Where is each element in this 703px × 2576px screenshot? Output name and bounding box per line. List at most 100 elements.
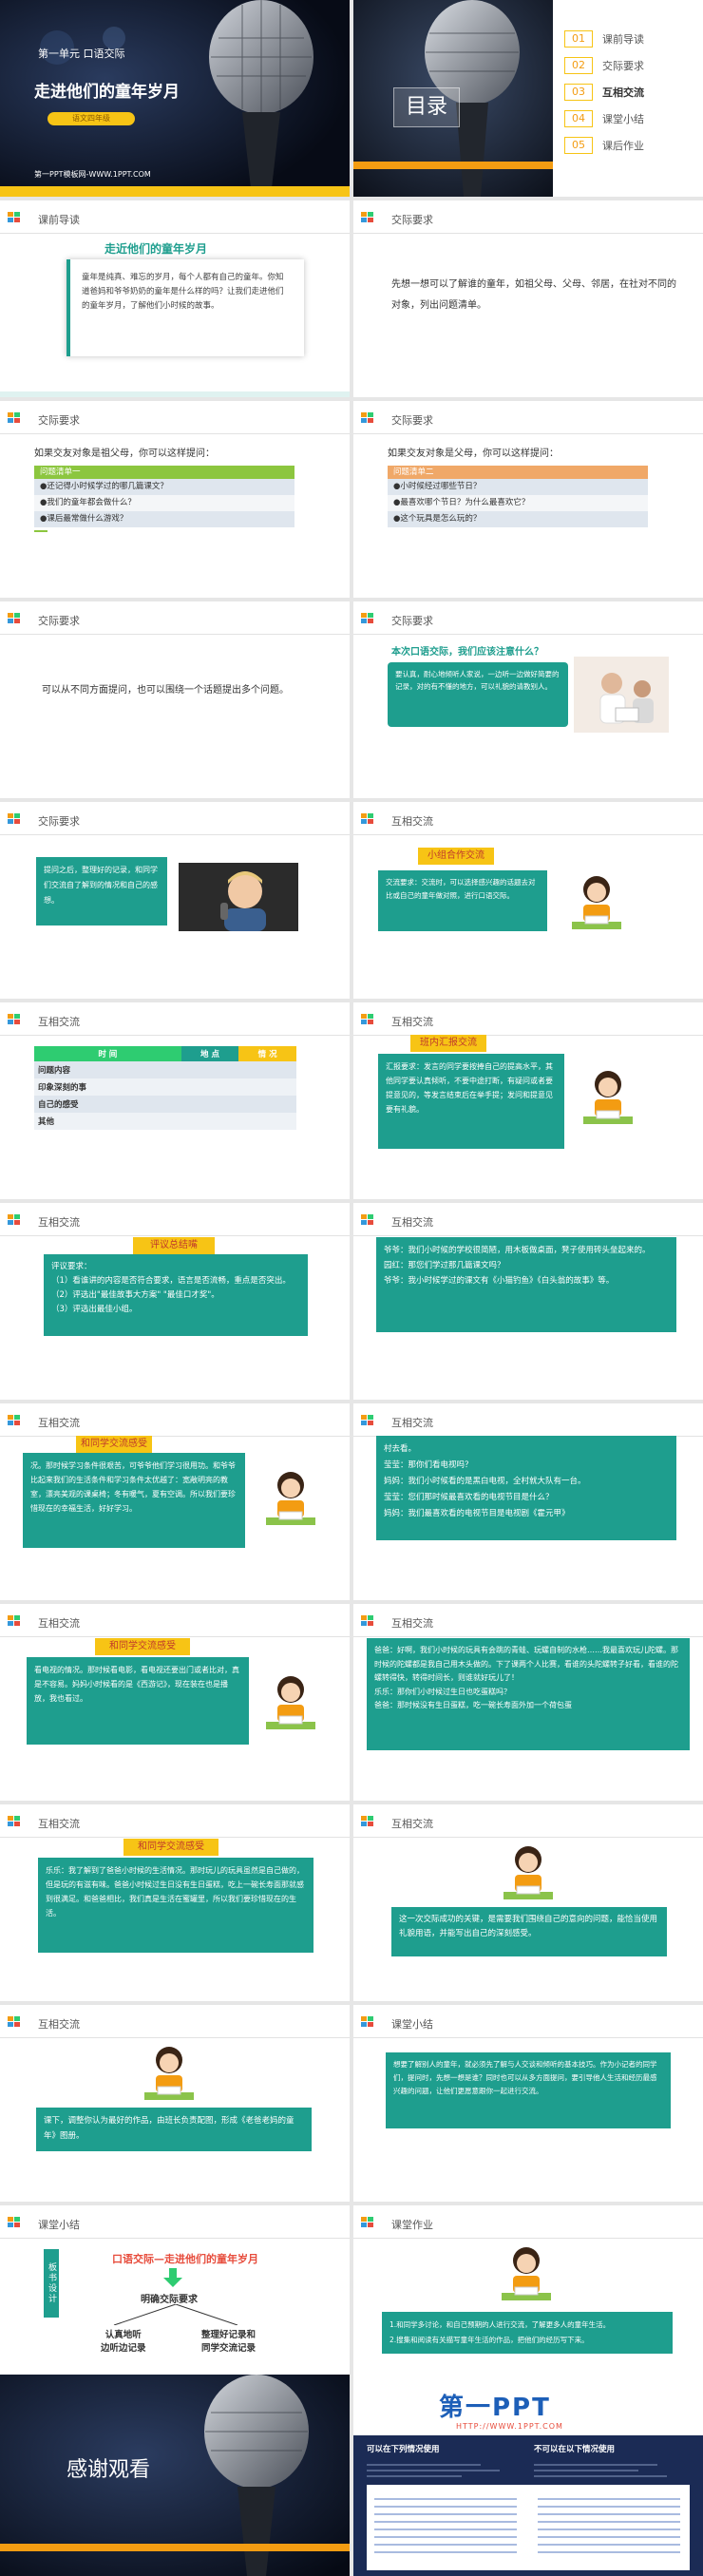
toc-item-number: 05 (564, 137, 593, 154)
slide-board-design[interactable]: 课堂小结 板书设计 口语交际—走进他们的童年岁月 明确交际要求 认真地听 边听边… (0, 2205, 350, 2402)
logo-icon (361, 1014, 374, 1025)
slide-exchange-10[interactable]: 互相交流 这一次交际成功的关键，是需要我们围绕自己的意向的问题，能恰当使用礼貌用… (353, 1804, 703, 2001)
slide-toc[interactable]: 目录 01 课前导读 02 交际要求 03 互相交流 04 课堂小结 05 课后作业 (353, 0, 703, 197)
evaluation-body: 评议要求： （1）看谁讲的内容是否符合要求，语言是否流畅，重点是否突出。 （2）… (44, 1254, 308, 1336)
evaluation-tag: 评议总结嘴 (133, 1237, 215, 1254)
question-list-title: 问题清单二 (388, 466, 648, 479)
toc-item[interactable]: 03 互相交流 (564, 82, 697, 108)
logo-icon (361, 1615, 374, 1627)
slide-header-title: 互相交流 (38, 1818, 80, 1830)
logo-icon (8, 1014, 21, 1025)
slide-summary[interactable]: 课堂小结 想要了解别人的童年，就必须先了解与人交谈和倾听的基本技巧。作为小记者的… (353, 2005, 703, 2202)
slide-header: 互相交流 (0, 1403, 350, 1441)
slide-header: 课堂小结 (0, 2205, 350, 2243)
arrow-down-icon (163, 2268, 182, 2287)
slide-exchange-6[interactable]: 互相交流 村去看。 莹莹：那你们看电视吗？ 妈妈：我们小时候看的是黑白电视，全村… (353, 1403, 703, 1600)
slide-header-title: 交际要求 (38, 615, 80, 627)
slide-header-title: 交际要求 (391, 214, 433, 226)
group-exchange-tag: 小组合作交流 (418, 848, 494, 865)
slide-header: 课堂小结 (353, 2005, 703, 2043)
requirement-lead: 如果交友对象是祖父母，你可以这样提问： (34, 448, 215, 459)
slide-header-title: 课前导读 (38, 214, 80, 226)
toc-item-number: 02 (564, 57, 593, 74)
slide-exchange-5[interactable]: 互相交流 和同学交流感受 况。那时候学习条件很艰苦，可爷爷他们学习很用功。和爷爷… (0, 1403, 350, 1600)
slide-header: 互相交流 (353, 802, 703, 840)
slide-header-title: 互相交流 (38, 1417, 80, 1429)
record-table: 时 间 地 点 情 况 问题内容 印象深刻的事 自己的感受 其他 (34, 1046, 296, 1130)
board-mid: 明确交际要求 (141, 2295, 198, 2305)
slide-exchange-9[interactable]: 互相交流 和同学交流感受 乐乐：我了解到了爸爸小时候的生活情况。那时玩儿的玩具虽… (0, 1804, 350, 2001)
toc-item[interactable]: 02 交际要求 (564, 55, 697, 82)
slide-requirement-5[interactable]: 交际要求 本次口语交际，我们应该注意什么？ 要认真，耐心地倾听人家说，一边听一边… (353, 601, 703, 798)
slide-exchange-7[interactable]: 互相交流 和同学交流感受 看电视的情况。那时候看电影，看电视还要出门或者比对，真… (0, 1604, 350, 1801)
homework-item: 2.搜集和阅读有关描写童年生活的作品，把他们的经历写下来。 (390, 2336, 589, 2344)
slide-header: 交际要求 (0, 601, 350, 639)
toc-item[interactable]: 05 课后作业 (564, 135, 697, 162)
slide-requirement-6[interactable]: 交际要求 提问之后，整理好的记录，和同学们交流自了解到的情况和自己的感想。 (0, 802, 350, 999)
slide-header-title: 互相交流 (391, 1216, 433, 1229)
slide-requirement-4[interactable]: 交际要求 可以从不同方面提问，也可以围绕一个话题提出多个问题。 (0, 601, 350, 798)
slide-header-title: 交际要求 (391, 615, 433, 627)
cover-unit: 第一单元 口语交际 (38, 48, 125, 60)
slide-header-title: 互相交流 (391, 815, 433, 828)
summary-body: 想要了解别人的童年，就必须先了解与人交谈和倾听的基本技巧。作为小记者的同学们，提… (386, 2052, 671, 2128)
toc-item[interactable]: 04 课堂小结 (564, 108, 697, 135)
slide-homework[interactable]: 课堂作业 1.和同学多讨论，和自己预期的人进行交流，了解更多人的童年生活。 2.… (353, 2205, 703, 2402)
girl-reading-icon (502, 2247, 551, 2300)
slide-cover[interactable]: 第一单元 口语交际 走进他们的童年岁月 语文四年级 第一PPT模板网-WWW.1… (0, 0, 350, 197)
board-right: 整理好记录和 同学交流记录 (201, 2330, 256, 2354)
brand-url: HTTP://WWW.1PPT.COM (456, 2422, 563, 2431)
slide-header: 交际要求 (0, 802, 350, 840)
question-item: ●这个玩具是怎么玩的？ (388, 511, 648, 527)
slide-header: 课堂作业 (353, 2205, 703, 2243)
slide-header: 互相交流 (353, 1002, 703, 1040)
slide-header-title: 交际要求 (391, 414, 433, 427)
slide-requirement-3[interactable]: 交际要求 如果交友对象是父母，你可以这样提问： 问题清单二 ●小时候经过哪些节日… (353, 401, 703, 598)
toc-item-label: 互相交流 (602, 86, 644, 99)
forbidden-lines (534, 2460, 686, 2481)
board-side-label: 板书设计 (44, 2249, 59, 2318)
cover-site: 第一PPT模板网-WWW.1PPT.COM (34, 170, 151, 179)
girl-reading-icon (144, 2047, 194, 2100)
brand-info-panel: 可以在下列情况使用 不可以在以下情况使用 (353, 2435, 703, 2576)
slide-exchange-11[interactable]: 互相交流 课下，调整你认为最好的作品，由班长负责配图，形成《老爸老妈的童年》图册… (0, 2005, 350, 2202)
logo-icon (361, 2016, 374, 2028)
slide-requirement-2[interactable]: 交际要求 如果交友对象是祖父母，你可以这样提问： 问题清单一 ●还记得小时候学过… (0, 401, 350, 598)
toc-item[interactable]: 01 课前导读 (564, 29, 697, 55)
allowed-lines (367, 2460, 519, 2481)
table-row: 印象深刻的事 (34, 1078, 296, 1096)
slide-header: 交际要求 (353, 200, 703, 239)
thanks-background (0, 2375, 350, 2576)
homework-list: 1.和同学多讨论，和自己预期的人进行交流，了解更多人的童年生活。 2.搜集和阅读… (382, 2312, 673, 2354)
homework-item: 1.和同学多讨论，和自己预期的人进行交流，了解更多人的童年生活。 (390, 2320, 611, 2329)
pre-reading-title: 走近他们的童年岁月 (104, 242, 208, 256)
toc-item-number: 01 (564, 30, 593, 48)
slide-header: 互相交流 (0, 2005, 350, 2043)
logo-icon (361, 1816, 374, 1827)
slide-header: 交际要求 (353, 601, 703, 639)
slide-grid: 第一单元 口语交际 走进他们的童年岁月 语文四年级 第一PPT模板网-WWW.1… (0, 0, 703, 2576)
slide-exchange-3[interactable]: 互相交流 评议总结嘴 评议要求： （1）看谁讲的内容是否符合要求，语言是否流畅，… (0, 1203, 350, 1400)
slide-header-title: 互相交流 (38, 1216, 80, 1229)
slide-exchange-4[interactable]: 互相交流 爷爷：我们小时候的学校很简陋，用木板做桌面，凳子使用砖头垒起来的。 园… (353, 1203, 703, 1400)
slide-requirement-1[interactable]: 交际要求 先想一想可以了解谁的童年，如祖父母、父母、邻居，在社对不同的对象，列出… (353, 200, 703, 397)
share-tag: 和同学交流感受 (124, 1839, 218, 1856)
question-item: ●小时候经过哪些节日？ (388, 479, 648, 495)
logo-icon (8, 2016, 21, 2028)
slide-thanks[interactable]: 感谢观看 (0, 2375, 350, 2576)
logo-icon (8, 212, 21, 223)
slide-exchange-1[interactable]: 互相交流 小组合作交流 交流要求：交流时，可以选择感兴趣的话题去对比或自己的童年… (353, 802, 703, 999)
slide-pre-reading[interactable]: 课前导读 走近他们的童年岁月 童年是纯真、难忘的岁月，每个人都有自己的童年。你知… (0, 200, 350, 397)
slide-exchange-8[interactable]: 互相交流 爸爸：好啊，我们小时候的玩具有会跳的青蛙、玩螺自制的水枪……我最喜欢玩… (353, 1604, 703, 1801)
slide-header-title: 互相交流 (38, 1016, 80, 1028)
slide-exchange-2[interactable]: 互相交流 班内汇报交流 汇报要求：发言的同学要按捧自己的提高水平，其他同学要认真… (353, 1002, 703, 1199)
girl-reading-icon (572, 876, 621, 929)
requirement-lead: 如果交友对象是父母，你可以这样提问： (388, 448, 559, 459)
slide-brand[interactable]: 第一PPT HTTP://WWW.1PPT.COM 可以在下列情况使用 不可以在… (353, 2375, 703, 2576)
forbidden-heading: 不可以在以下情况使用 (534, 2445, 616, 2454)
question-item: ●最喜欢哪个节日？为什么最喜欢它？ (388, 495, 648, 511)
table-header: 情 况 (238, 1046, 296, 1061)
table-header: 地 点 (180, 1046, 239, 1061)
board-connector (113, 2304, 238, 2325)
slide-exchange-table[interactable]: 互相交流 时 间 地 点 情 况 问题内容 印象深刻的事 自己的感受 其他 (0, 1002, 350, 1199)
